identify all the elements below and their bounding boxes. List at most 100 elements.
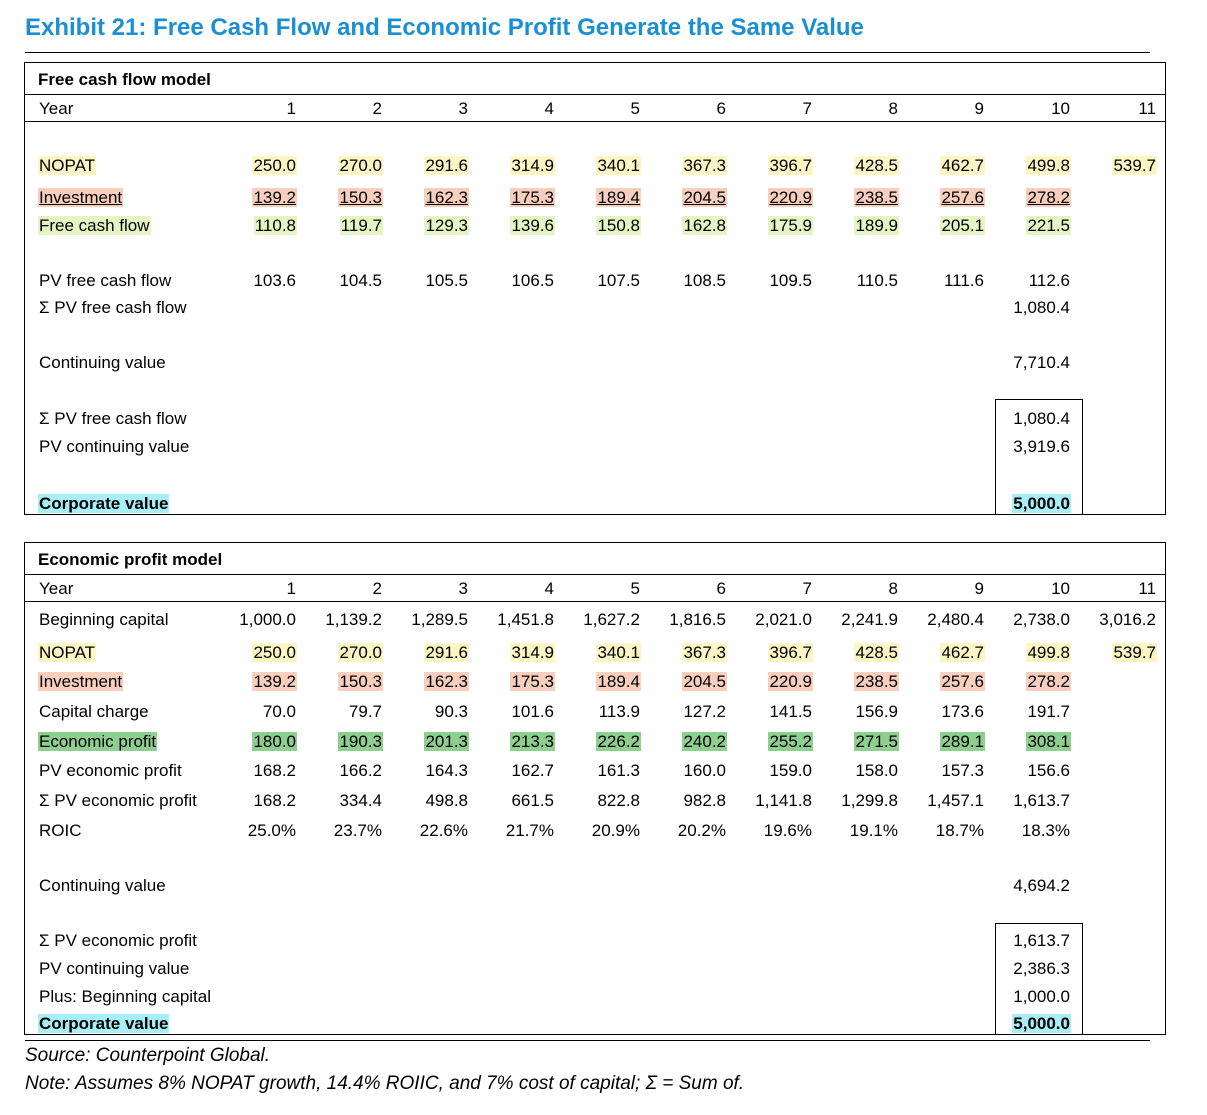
- table-cell: 150.8: [596, 216, 641, 235]
- table-cell: 250.0: [252, 643, 297, 662]
- row-label: Investment: [38, 188, 124, 207]
- ep-model-heading: Economic profit model: [38, 550, 223, 569]
- table-cell: 90.3: [434, 702, 468, 721]
- source-note: Source: Counterpoint Global.: [25, 1045, 271, 1066]
- table-cell: 1: [286, 579, 296, 598]
- table-cell: 189.4: [596, 672, 641, 691]
- table-cell: 205.1: [940, 216, 985, 235]
- table-cell: 271.5: [854, 732, 899, 751]
- table-cell: 5: [630, 579, 640, 598]
- table-cell: 156.9: [855, 702, 898, 721]
- table-cell: 162.8: [682, 216, 727, 235]
- table-cell: 168.2: [253, 761, 296, 780]
- table-cell: 278.2: [1026, 672, 1071, 691]
- table-cell: 2: [372, 99, 382, 118]
- ep-investment-row: Investment 139.2 150.3 162.3 175.3 189.4 204.5…: [25, 670, 1165, 694]
- row-label: PV economic profit: [39, 761, 182, 780]
- table-cell: 9: [974, 579, 984, 598]
- table-cell: 661.5: [511, 791, 554, 810]
- table-cell: 101.6: [511, 702, 554, 721]
- table-cell: 8: [888, 579, 898, 598]
- ep-year-rule: [25, 601, 1165, 602]
- table-cell: 5,000.0: [1012, 1014, 1071, 1033]
- table-cell: 499.8: [1026, 643, 1071, 662]
- table-cell: 18.7%: [935, 821, 984, 840]
- table-cell: 106.5: [511, 271, 554, 290]
- table-cell: 201.3: [424, 732, 469, 751]
- table-cell: 334.4: [339, 791, 382, 810]
- table-cell: 3: [458, 579, 468, 598]
- table-cell: 6: [716, 99, 726, 118]
- table-cell: 340.1: [596, 643, 641, 662]
- table-cell: 314.9: [510, 643, 555, 662]
- table-cell: 270.0: [338, 156, 383, 175]
- ep-heading-rule: [25, 574, 1165, 575]
- table-cell: 289.1: [940, 732, 985, 751]
- fcf-heading-rule: [25, 94, 1165, 95]
- table-cell: 5,000.0: [1012, 494, 1071, 513]
- ep-sum-pv-row: Σ PV economic profit 168.2 334.4 498.8 661.5…: [25, 789, 1165, 813]
- table-cell: 255.2: [768, 732, 813, 751]
- table-cell: 162.3: [424, 672, 469, 691]
- table-cell: 7: [802, 99, 812, 118]
- row-label: Investment: [38, 672, 124, 691]
- table-cell: 204.5: [682, 188, 727, 207]
- table-cell: 18.3%: [1021, 821, 1070, 840]
- fcf-free-cash-flow-row: Free cash flow 110.8 119.7 129.3 139.6 150.8 1…: [25, 214, 1165, 238]
- table-cell: 1,627.2: [583, 610, 640, 629]
- table-cell: 159.0: [769, 761, 812, 780]
- table-cell: 119.7: [339, 216, 383, 235]
- table-cell: 1,080.4: [1013, 409, 1070, 428]
- table-cell: 6: [716, 579, 726, 598]
- table-cell: 1,000.0: [1013, 987, 1070, 1006]
- table-cell: 109.5: [769, 271, 812, 290]
- table-cell: 10: [1051, 579, 1070, 598]
- row-label: Σ PV free cash flow: [39, 298, 187, 317]
- table-cell: 462.7: [940, 156, 985, 175]
- table-cell: 340.1: [596, 156, 641, 175]
- fcf-model-heading: Free cash flow model: [38, 70, 211, 89]
- row-label: Σ PV economic profit: [39, 931, 197, 950]
- table-cell: 111.6: [943, 271, 984, 290]
- table-cell: 180.0: [252, 732, 297, 751]
- table-cell: 139.6: [510, 216, 555, 235]
- fcf-year-row: Year 1 2 3 4 5 6 7 8 9 10 11: [25, 97, 1165, 121]
- table-cell: 220.9: [768, 672, 813, 691]
- table-cell: 23.7%: [333, 821, 382, 840]
- table-cell: 1,141.8: [755, 791, 812, 810]
- table-cell: 103.6: [253, 271, 296, 290]
- fcf-summary-pv-cv-row: PV continuing value 3,919.6: [25, 435, 1165, 459]
- table-cell: 11: [1138, 99, 1156, 118]
- table-cell: 4: [544, 99, 554, 118]
- ep-summary-sum-row: Σ PV economic profit 1,613.7: [25, 929, 1165, 953]
- table-cell: 108.5: [683, 271, 726, 290]
- table-cell: 25.0%: [247, 821, 296, 840]
- table-cell: 240.2: [682, 732, 727, 751]
- row-label: Free cash flow: [38, 216, 151, 235]
- ep-pv-row: PV economic profit 168.2 166.2 164.3 162.7 16…: [25, 759, 1165, 783]
- ep-capital-charge-row: Capital charge 70.0 79.7 90.3 101.6 113.9 127.…: [25, 700, 1165, 724]
- row-label: Corporate value: [38, 1014, 170, 1033]
- table-cell: 1,816.5: [669, 610, 726, 629]
- row-label: PV free cash flow: [39, 271, 172, 290]
- table-cell: 257.6: [940, 188, 985, 207]
- table-cell: 168.2: [253, 791, 296, 810]
- table-cell: 19.6%: [763, 821, 812, 840]
- table-cell: 291.6: [424, 156, 469, 175]
- row-label: NOPAT: [38, 643, 97, 662]
- table-cell: 291.6: [424, 643, 469, 662]
- table-cell: 539.7: [1112, 643, 1157, 662]
- table-cell: 160.0: [683, 761, 726, 780]
- table-cell: 8: [888, 99, 898, 118]
- ep-nopat-row: NOPAT 250.0 270.0 291.6 314.9 340.1 367.3 396.7…: [25, 641, 1165, 665]
- table-cell: 4: [544, 579, 554, 598]
- fcf-model-panel: Free cash flow model Year 1 2 3 4 5 6 7 8 9 10 11 N…: [24, 62, 1166, 515]
- table-cell: 396.7: [768, 156, 813, 175]
- table-cell: 5: [630, 99, 640, 118]
- ep-roic-row: ROIC 25.0% 23.7% 22.6% 21.7% 20.9% 20.2% 19.6% 1…: [25, 819, 1165, 843]
- table-cell: 822.8: [597, 791, 640, 810]
- row-label: PV continuing value: [39, 959, 190, 978]
- ep-beginning-capital-row: Beginning capital 1,000.0 1,139.2 1,289.5 1,…: [25, 608, 1165, 632]
- table-cell: 498.8: [425, 791, 468, 810]
- table-cell: 9: [974, 99, 984, 118]
